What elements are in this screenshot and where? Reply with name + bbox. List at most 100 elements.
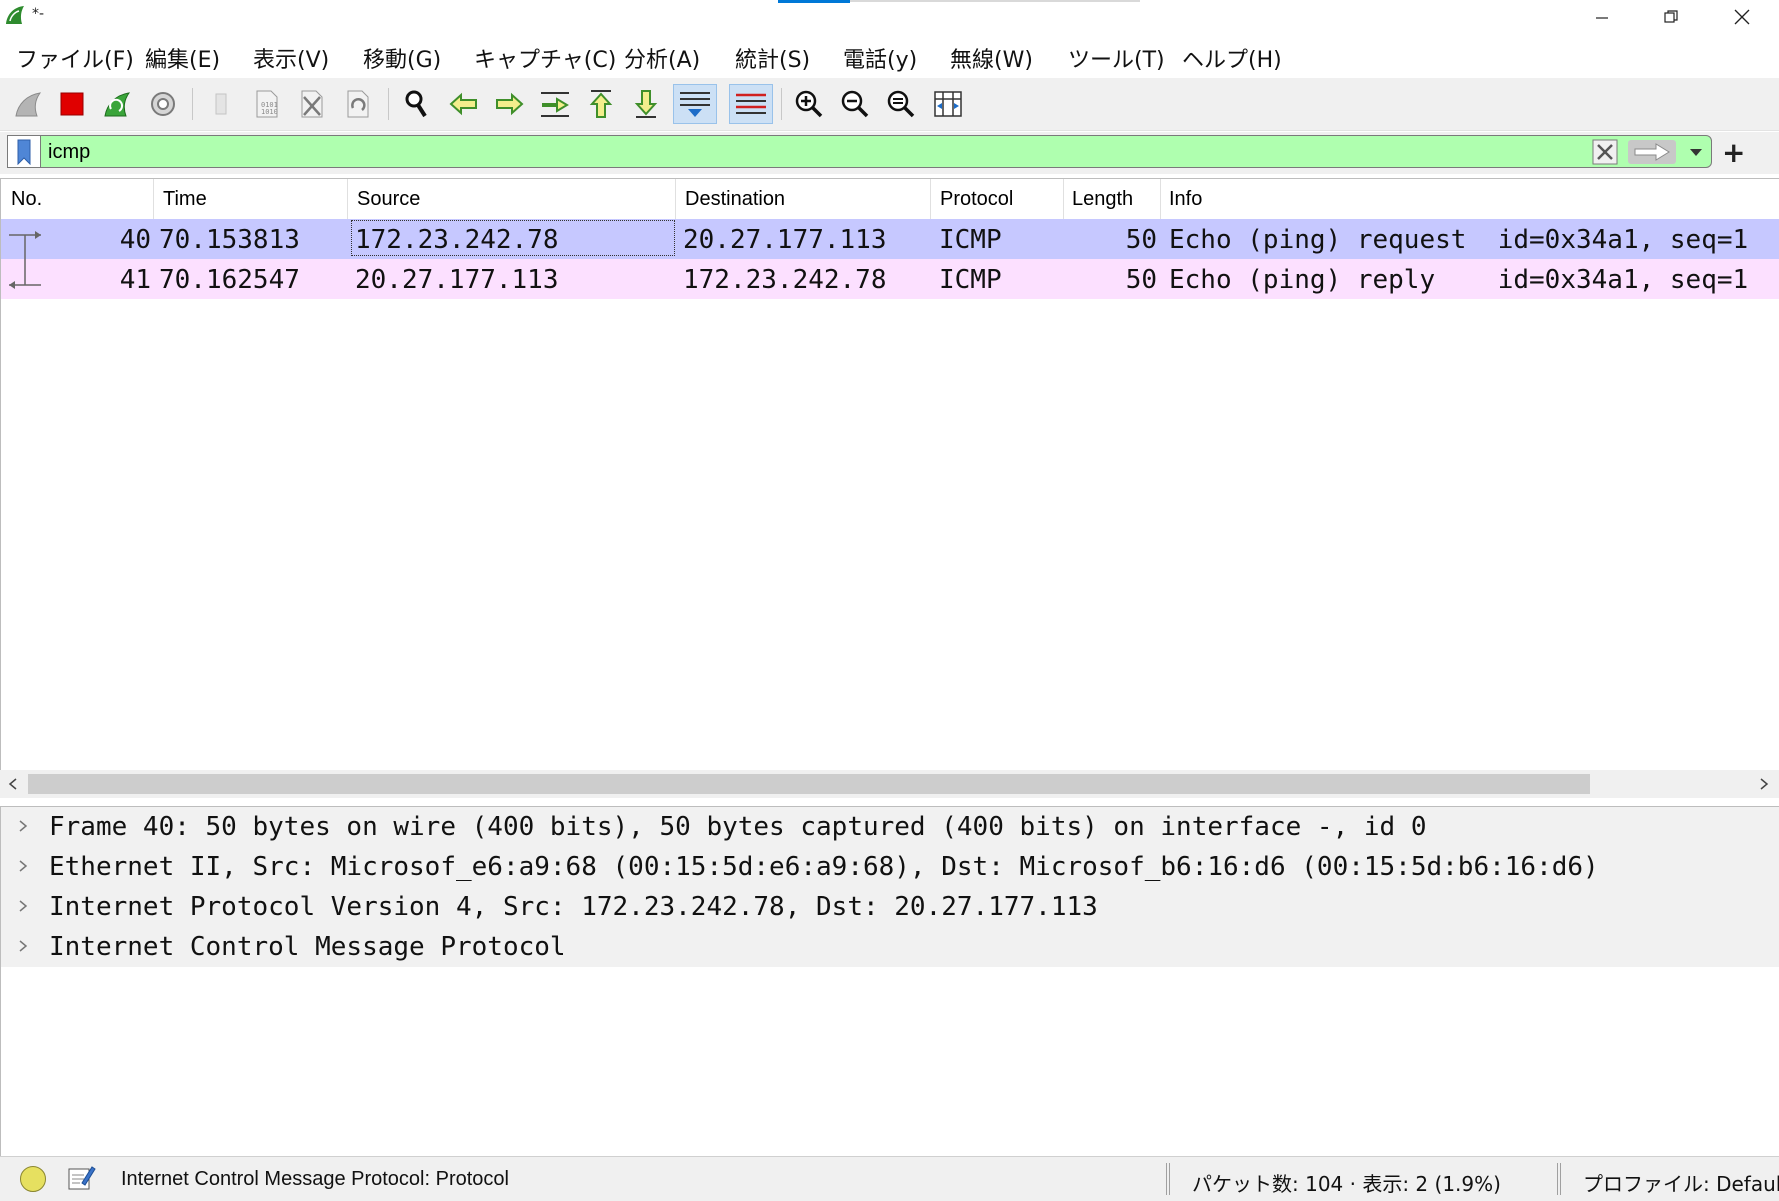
packet-destination: 20.27.177.113 <box>683 225 887 255</box>
capture-options-icon <box>151 92 175 116</box>
status-splitter[interactable] <box>1557 1163 1561 1195</box>
column-header-source[interactable]: Source <box>357 188 420 211</box>
normal-size-button[interactable] <box>883 86 919 122</box>
chevron-right-icon[interactable] <box>15 815 31 837</box>
colorize-button[interactable] <box>729 84 773 124</box>
display-filter-bar: icmp + <box>0 132 1779 174</box>
add-filter-button[interactable]: + <box>1722 136 1745 169</box>
packet-time: 70.153813 <box>159 225 300 255</box>
save-file-icon: 0101 1010 <box>256 90 278 118</box>
status-splitter[interactable] <box>1166 1163 1170 1195</box>
open-file-icon <box>215 93 227 115</box>
column-divider[interactable] <box>1160 179 1161 219</box>
chevron-right-icon[interactable] <box>15 895 31 917</box>
first-packet-button[interactable] <box>583 86 619 122</box>
column-header-no[interactable]: No. <box>11 188 42 211</box>
reload-file-button[interactable] <box>340 86 376 122</box>
restart-capture-button[interactable] <box>99 86 135 122</box>
menu-capture[interactable]: キャプチャ(C) <box>474 42 616 74</box>
start-capture-button[interactable] <box>10 86 46 122</box>
normal-size-icon <box>887 90 915 118</box>
packet-protocol: ICMP <box>939 265 1002 295</box>
expert-info-indicator[interactable] <box>20 1166 46 1192</box>
detail-tree-item-ipv4[interactable]: Internet Protocol Version 4, Src: 172.23… <box>1 887 1779 927</box>
chevron-right-icon[interactable] <box>15 855 31 877</box>
column-header-length[interactable]: Length <box>1072 188 1133 211</box>
status-profile[interactable]: プロファイル: Default <box>1583 1168 1779 1197</box>
menu-telephony[interactable]: 電話(y) <box>843 42 917 74</box>
menu-statistics[interactable]: 統計(S) <box>735 42 810 74</box>
menu-go[interactable]: 移動(G) <box>363 42 441 74</box>
detail-tree-item-frame[interactable]: Frame 40: 50 bytes on wire (400 bits), 5… <box>1 807 1779 847</box>
column-header-protocol[interactable]: Protocol <box>940 188 1013 211</box>
detail-text: Internet Control Message Protocol <box>49 932 566 962</box>
menu-edit[interactable]: 編集(E) <box>145 42 220 74</box>
display-filter-input[interactable] <box>40 135 1712 168</box>
resize-columns-button[interactable] <box>930 86 966 122</box>
resize-columns-icon <box>934 91 962 117</box>
detail-tree-item-ethernet[interactable]: Ethernet II, Src: Microsof_e6:a9:68 (00:… <box>1 847 1779 887</box>
apply-filter-button[interactable] <box>1628 140 1676 164</box>
reply-arrow-icon <box>9 259 41 289</box>
go-to-packet-button[interactable] <box>537 86 573 122</box>
packet-info: Echo (ping) reply id=0x34a1, seq=1 <box>1169 265 1749 295</box>
autoscroll-button[interactable] <box>673 84 717 124</box>
filter-bookmark-button[interactable] <box>7 135 40 168</box>
filter-history-dropdown[interactable] <box>1684 142 1708 162</box>
column-divider[interactable] <box>930 179 931 219</box>
go-back-button[interactable] <box>446 86 482 122</box>
stop-capture-button[interactable] <box>54 86 90 122</box>
column-header-info[interactable]: Info <box>1169 188 1202 211</box>
menu-bar: ファイル(F) 編集(E) 表示(V) 移動(G) キャプチャ(C) 分析(A)… <box>0 36 1779 76</box>
scroll-right-icon[interactable] <box>1757 777 1771 791</box>
find-packet-button[interactable] <box>399 86 435 122</box>
chevron-down-icon <box>1690 149 1702 156</box>
save-file-button[interactable]: 0101 1010 <box>249 86 285 122</box>
menu-wireless[interactable]: 無線(W) <box>950 42 1033 74</box>
restore-icon <box>1664 10 1678 23</box>
go-back-icon <box>449 92 477 116</box>
go-forward-button[interactable] <box>491 86 527 122</box>
zoom-out-icon <box>841 90 869 118</box>
close-window-button[interactable] <box>1708 0 1776 34</box>
menu-file[interactable]: ファイル(F) <box>16 42 134 74</box>
packet-info: Echo (ping) request id=0x34a1, seq=1 <box>1169 225 1749 255</box>
column-header-time[interactable]: Time <box>163 188 207 211</box>
zoom-out-button[interactable] <box>837 86 873 122</box>
menu-tools[interactable]: ツール(T) <box>1068 42 1165 74</box>
zoom-in-button[interactable] <box>791 86 827 122</box>
open-file-button[interactable] <box>202 86 238 122</box>
detail-tree-item-icmp[interactable]: Internet Control Message Protocol <box>1 927 1779 967</box>
column-header-destination[interactable]: Destination <box>685 188 785 211</box>
close-file-icon <box>301 90 323 118</box>
menu-help[interactable]: ヘルプ(H) <box>1182 42 1282 74</box>
packet-length: 50 <box>1125 225 1157 255</box>
toolbar-separator <box>781 88 782 120</box>
packet-row[interactable]: 40 70.153813 172.23.242.78 20.27.177.113… <box>1 219 1779 267</box>
packet-list-hscrollbar[interactable] <box>0 770 1779 798</box>
clear-filter-button[interactable] <box>1592 139 1618 165</box>
shark-fin-start-icon <box>15 92 42 117</box>
restart-capture-icon <box>104 92 131 117</box>
capture-comment-icon[interactable] <box>66 1163 96 1193</box>
scroll-left-icon[interactable] <box>6 777 20 791</box>
find-packet-icon <box>405 90 427 118</box>
column-divider[interactable] <box>675 179 676 219</box>
capture-options-button[interactable] <box>145 86 181 122</box>
packet-no: 41 <box>119 265 151 295</box>
chevron-right-icon[interactable] <box>15 935 31 957</box>
menu-view[interactable]: 表示(V) <box>253 42 329 74</box>
column-divider[interactable] <box>153 179 154 219</box>
packet-destination: 172.23.242.78 <box>683 265 887 295</box>
column-divider[interactable] <box>347 179 348 219</box>
close-file-button[interactable] <box>294 86 330 122</box>
restore-button[interactable] <box>1637 0 1705 34</box>
column-divider[interactable] <box>1063 179 1064 219</box>
packet-list: No. Time Source Destination Protocol Len… <box>0 178 1779 798</box>
packet-row[interactable]: 41 70.162547 20.27.177.113 172.23.242.78… <box>1 259 1779 299</box>
last-packet-button[interactable] <box>628 86 664 122</box>
scrollbar-thumb[interactable] <box>28 774 1590 794</box>
menu-analyze[interactable]: 分析(A) <box>624 42 700 74</box>
packet-length: 50 <box>1125 265 1157 295</box>
minimize-button[interactable] <box>1568 0 1636 34</box>
